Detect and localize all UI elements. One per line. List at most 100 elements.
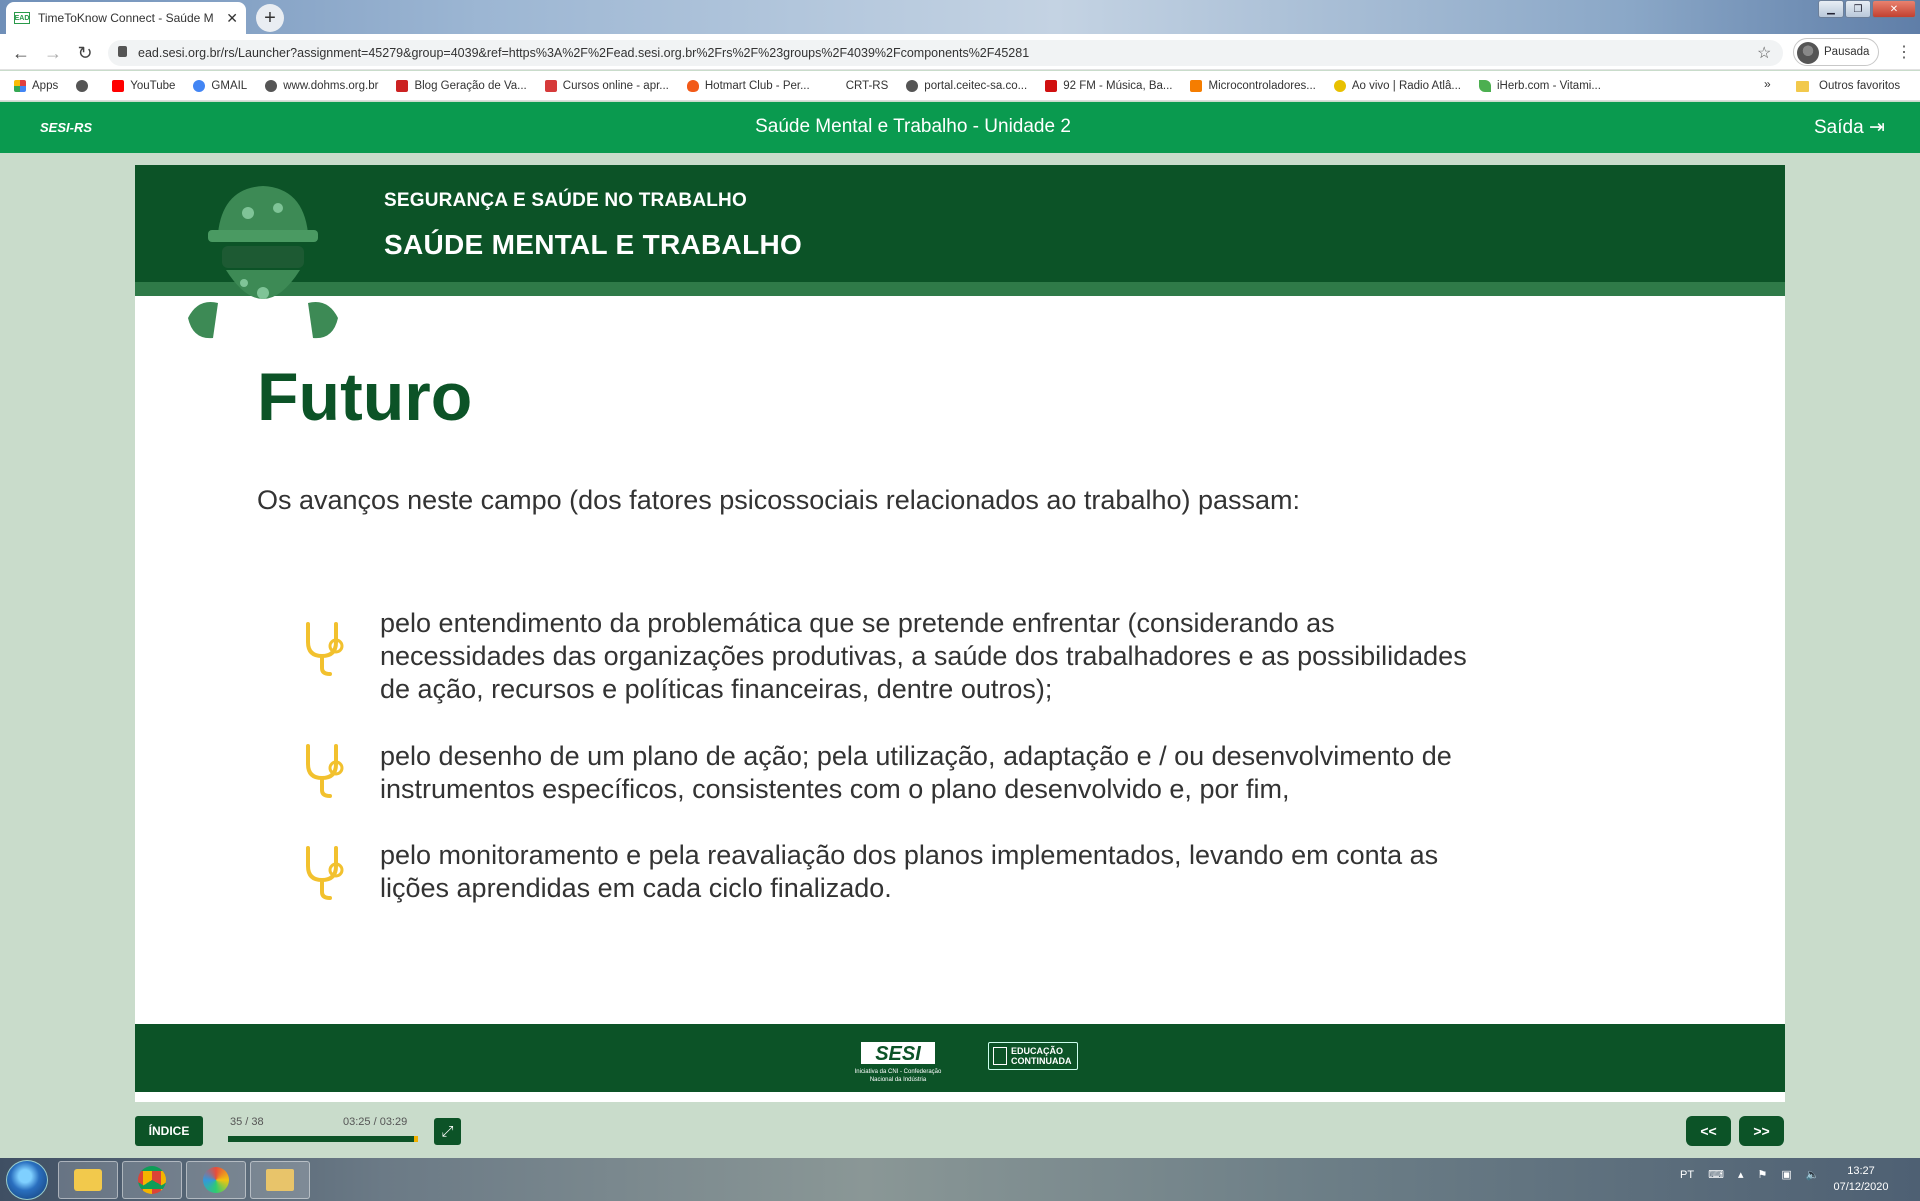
apps-grid-icon [14, 79, 26, 92]
folder-icon [266, 1169, 294, 1191]
paint-icon [203, 1167, 229, 1193]
tab-favicon: EAD [14, 12, 30, 24]
google-icon [193, 79, 206, 92]
system-tray: PT ⌨ ▴ ⚑ ▣ 🔈 [1680, 1168, 1819, 1182]
educacao-continuada-logo: EDUCAÇÃO CONTINUADA [988, 1042, 1078, 1070]
globe-icon [76, 79, 89, 92]
back-icon[interactable]: ← [10, 43, 32, 64]
taskbar-explorer-app[interactable] [250, 1161, 310, 1199]
other-bookmarks-folder[interactable]: Outros favoritos [1796, 71, 1900, 101]
network-icon[interactable]: ▣ [1781, 1168, 1791, 1181]
lesson-footer [135, 1024, 1785, 1092]
clock-time: 13:27 [1847, 1165, 1875, 1177]
profile-label: Pausada [1824, 46, 1870, 58]
maximize-window-button[interactable]: ❐ [1845, 0, 1871, 18]
flag-icon[interactable]: ⚑ [1757, 1168, 1767, 1181]
globe-icon [906, 79, 919, 92]
player-bar [0, 1102, 1920, 1158]
bookmark-item[interactable]: Apps [14, 79, 58, 92]
flame-icon [686, 79, 699, 92]
tab-title: TimeToKnow Connect - Saúde M [38, 11, 214, 25]
forward-icon[interactable]: → [42, 43, 64, 64]
previous-page-button[interactable]: << [1686, 1116, 1731, 1146]
exit-button[interactable]: Saída ⇥ [1814, 116, 1885, 139]
blogger-icon [1190, 79, 1203, 92]
bookmark-item[interactable]: Blog Geração de Va... [396, 79, 527, 92]
banner-divider [135, 282, 1785, 296]
close-window-button[interactable]: ✕ [1872, 0, 1916, 18]
radio-icon [1045, 79, 1058, 92]
bullet-item: pelo monitoramento e pela reavaliação do… [380, 840, 1439, 903]
bookmark-item[interactable]: 92 FM - Música, Ba... [1045, 79, 1172, 92]
leaf-icon [1478, 79, 1491, 92]
taskbar-clock[interactable]: 13:27 07/12/2020 [1816, 1163, 1906, 1195]
exit-icon: ⇥ [1868, 117, 1885, 138]
time-counter: 03:25 / 03:29 [343, 1116, 408, 1128]
bookmark-item[interactable]: Ao vivo | Radio Atlâ... [1333, 79, 1461, 92]
taskbar-paint-app[interactable] [186, 1161, 246, 1199]
bookmark-item[interactable]: Microcontroladores... [1190, 79, 1316, 92]
intro-text: Os avanços neste campo (dos fatores psic… [257, 485, 1301, 515]
youtube-icon [112, 79, 125, 92]
lesson-course-title: SAÚDE MENTAL E TRABALHO [384, 229, 803, 260]
lock-icon[interactable] [118, 46, 127, 57]
app-title: Saúde Mental e Trabalho - Unidade 2 [755, 116, 1071, 137]
reload-icon[interactable]: ↻ [74, 43, 96, 64]
svg-text:Nacional da Indústria: Nacional da Indústria [870, 1077, 927, 1083]
show-hidden-icons-icon[interactable]: ▴ [1738, 1168, 1744, 1181]
mail-icon [74, 1169, 102, 1191]
bookmark-item[interactable]: portal.ceitec-sa.co... [906, 79, 1027, 92]
taskbar-chrome-app[interactable] [122, 1161, 182, 1199]
bookmark-item[interactable]: CRT-RS [827, 79, 888, 92]
window-title-bar [0, 0, 1920, 34]
bookmark-star-icon[interactable]: ☆ [1757, 43, 1771, 63]
svg-text:Iniciativa da CNI - Confederaç: Iniciativa da CNI - Confederação [855, 1069, 942, 1075]
bullet-item: pelo desenho de um plano de ação; pela u… [380, 741, 1452, 804]
language-indicator[interactable]: PT [1680, 1169, 1694, 1181]
tower-icon [993, 1047, 1007, 1065]
minimize-window-button[interactable]: ▁ [1818, 0, 1844, 18]
radio-atlantida-icon [1333, 79, 1346, 92]
bullet-item: pelo entendimento da problemática que se… [380, 608, 1467, 704]
exit-label: Saída [1814, 117, 1864, 138]
avatar [1797, 42, 1819, 64]
clock-date: 07/12/2020 [1833, 1181, 1889, 1193]
sesi-logo: SESI Iniciativa da CNI - Confederação Na… [855, 1042, 942, 1083]
page-counter: 35 / 38 [230, 1116, 264, 1128]
lesson-category: SEGURANÇA E SAÚDE NO TRABALHO [384, 190, 747, 211]
blank-icon [827, 79, 840, 92]
url-field[interactable]: ead.sesi.org.br/rs/Launcher?assignment=4… [108, 40, 1783, 66]
bookmark-item[interactable]: GMAIL [193, 79, 247, 92]
stethoscope-icon [306, 744, 344, 798]
menu-kebab-icon[interactable]: ⋮ [1896, 42, 1912, 62]
bookmark-item[interactable]: iHerb.com - Vitami... [1478, 79, 1601, 92]
fullscreen-expand-icon[interactable]: ⤢ [434, 1118, 461, 1145]
chrome-icon [138, 1166, 166, 1194]
browser-tab[interactable]: EAD TimeToKnow Connect - Saúde M ✕ [6, 2, 246, 34]
stethoscope-icon [306, 622, 344, 676]
globe-icon [265, 79, 278, 92]
bookmark-item[interactable]: Cursos online - apr... [544, 79, 669, 92]
page-title: Futuro [257, 359, 473, 435]
svg-text:SESI: SESI [875, 1043, 921, 1065]
bookmark-item[interactable]: Hotmart Club - Per... [686, 79, 810, 92]
next-page-button[interactable]: >> [1739, 1116, 1784, 1146]
blog-icon [396, 79, 409, 92]
folder-icon [1796, 80, 1809, 92]
bookmark-item[interactable] [76, 79, 94, 92]
stethoscope-icon [306, 846, 344, 900]
bookmarks-bar: Apps YouTube GMAIL www.dohms.org.br Blog… [0, 71, 1920, 101]
progress-fill [228, 1136, 415, 1142]
close-tab-icon[interactable]: ✕ [226, 10, 238, 27]
index-button[interactable]: ÍNDICE [135, 1116, 203, 1146]
progress-handle[interactable] [414, 1136, 418, 1142]
new-tab-button[interactable]: + [256, 4, 284, 32]
bookmarks-overflow-button[interactable]: » [1764, 77, 1771, 91]
worker-mascot-icon [188, 186, 338, 339]
taskbar-mail-app[interactable] [58, 1161, 118, 1199]
keyboard-icon[interactable]: ⌨ [1708, 1168, 1724, 1181]
start-button-icon[interactable] [6, 1160, 48, 1200]
course-icon [544, 79, 557, 92]
bookmark-item[interactable]: www.dohms.org.br [265, 79, 378, 92]
bookmark-item[interactable]: YouTube [112, 79, 175, 92]
